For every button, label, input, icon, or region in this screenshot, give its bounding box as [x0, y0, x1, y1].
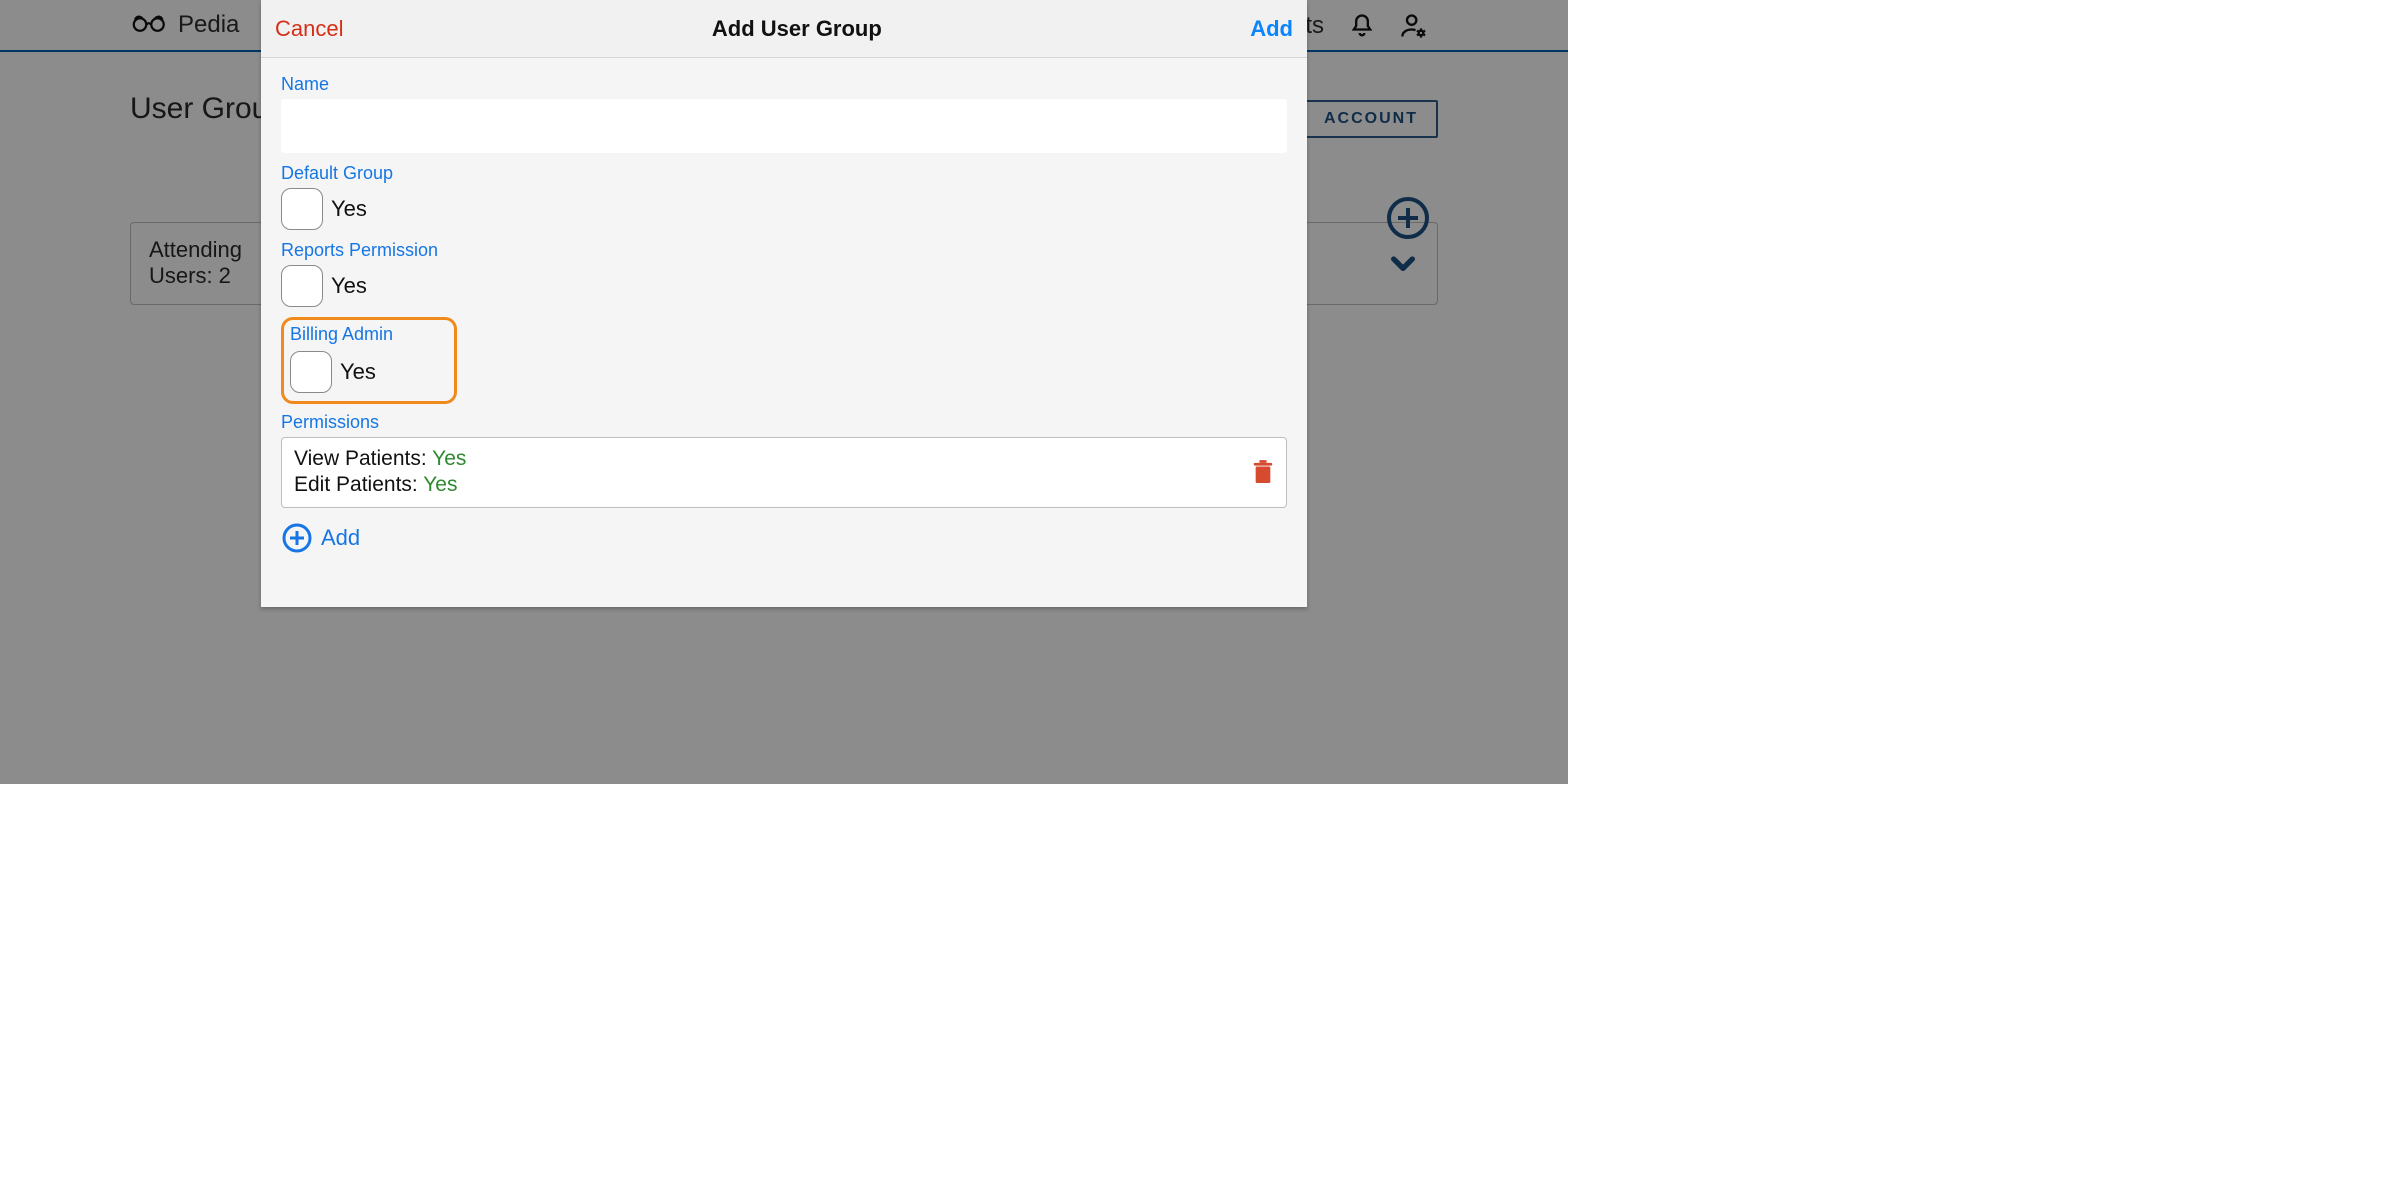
default-group-text: Yes [331, 196, 367, 222]
permission-line-1: View Patients: Yes [294, 446, 466, 472]
default-group-label: Default Group [281, 163, 1287, 184]
name-label: Name [281, 74, 1287, 95]
name-field: Name [281, 74, 1287, 153]
add-permission-button[interactable]: Add [281, 522, 1287, 554]
permission-item[interactable]: View Patients: Yes Edit Patients: Yes [281, 437, 1287, 508]
billing-admin-highlight: Billing Admin Yes [281, 317, 457, 404]
permission-lines: View Patients: Yes Edit Patients: Yes [294, 446, 466, 499]
reports-permission-field: Reports Permission Yes [281, 240, 1287, 307]
permissions-field: Permissions View Patients: Yes Edit Pati… [281, 412, 1287, 508]
modal-header: Cancel Add User Group Add [261, 0, 1307, 58]
add-permission-label: Add [321, 525, 360, 551]
default-group-field: Default Group Yes [281, 163, 1287, 230]
reports-permission-label: Reports Permission [281, 240, 1287, 261]
default-group-checkbox[interactable] [281, 188, 323, 230]
add-button[interactable]: Add [1250, 16, 1293, 42]
name-input[interactable] [281, 99, 1287, 153]
billing-admin-text: Yes [340, 359, 376, 385]
billing-admin-label: Billing Admin [290, 324, 448, 345]
modal-title: Add User Group [712, 16, 882, 42]
trash-icon[interactable] [1252, 459, 1274, 485]
billing-admin-checkbox[interactable] [290, 351, 332, 393]
cancel-button[interactable]: Cancel [275, 16, 343, 42]
modal-body: Name Default Group Yes Reports Permissio… [261, 58, 1307, 607]
permissions-label: Permissions [281, 412, 1287, 433]
reports-permission-checkbox[interactable] [281, 265, 323, 307]
add-user-group-modal: Cancel Add User Group Add Name Default G… [261, 0, 1307, 607]
permission-line-2: Edit Patients: Yes [294, 472, 466, 498]
reports-permission-text: Yes [331, 273, 367, 299]
